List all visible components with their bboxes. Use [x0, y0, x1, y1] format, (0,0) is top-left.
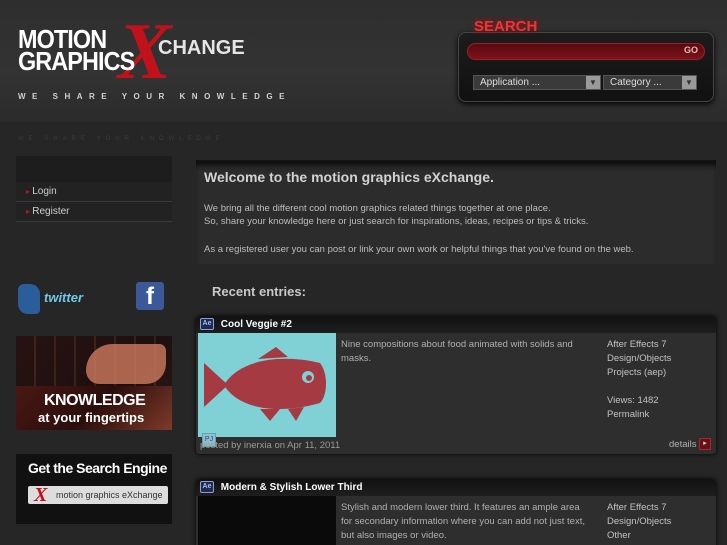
social-links: twitter f	[16, 280, 172, 340]
logo-word-change: CHANGE	[158, 37, 245, 59]
application-select[interactable]: Application ... ▼	[473, 75, 601, 90]
facebook-icon[interactable]: f	[136, 282, 164, 310]
entry-application[interactable]: After Effects 7	[607, 501, 671, 515]
entry-header: Ae Cool Veggie #2	[196, 316, 716, 333]
search-title: SEARCH	[474, 18, 538, 35]
search-engine-banner-title: Get the Search Engine	[28, 460, 167, 476]
sidebar-item-login[interactable]: Login	[16, 182, 172, 202]
details-arrow-icon[interactable]: ▸	[699, 438, 711, 450]
entry-views: Views: 1482	[607, 395, 659, 406]
site-tagline: WE SHARE YOUR KNOWLEDGE	[18, 92, 291, 101]
entry-type[interactable]: Other	[607, 529, 671, 543]
entry-category[interactable]: Design/Objects	[607, 515, 671, 529]
welcome-title: Welcome to the motion graphics eXchange.	[204, 169, 494, 185]
entry-category[interactable]: Design/Objects	[607, 352, 671, 366]
entry-details-link[interactable]: details	[669, 439, 696, 450]
meta-spacer	[607, 380, 671, 394]
recent-entries-title: Recent entries:	[212, 284, 306, 299]
ghost-tagline: WE SHARE YOUR KNOWLEDGE	[18, 136, 225, 142]
search-panel: GO Application ... ▼ Category ... ▼	[458, 32, 714, 102]
entry-thumbnail[interactable]	[198, 496, 336, 545]
sidebar-item-register[interactable]: Register	[16, 202, 172, 222]
twitter-bird-icon	[18, 284, 40, 314]
entry-meta: After Effects 7 Design/Objects Projects …	[607, 338, 671, 422]
search-go-button[interactable]: GO	[684, 45, 698, 55]
welcome-paragraph-1: We bring all the different cool motion g…	[204, 203, 551, 214]
entry-permalink[interactable]: Permalink	[607, 408, 671, 422]
fish-image	[204, 347, 326, 421]
logo-word-graphics: GRAPHICS	[18, 46, 135, 76]
knowledge-banner-subtitle: at your fingertips	[38, 410, 145, 425]
welcome-paragraph-2: So, share your knowledge here or just se…	[204, 216, 589, 227]
entry-type[interactable]: Projects (aep)	[607, 366, 671, 380]
welcome-panel: Welcome to the motion graphics eXchange.…	[196, 160, 716, 264]
entry-posted-by: posted by inerxia on Apr 11, 2011	[200, 440, 341, 451]
site-header: X MOTION GRAPHICS CHANGE WE SHARE YOUR K…	[0, 0, 727, 122]
entry-title-link[interactable]: Modern & Stylish Lower Third	[221, 482, 363, 493]
entry-title-link[interactable]: Cool Veggie #2	[221, 319, 292, 330]
entry-application[interactable]: After Effects 7	[607, 338, 671, 352]
application-select-value: Application ...	[480, 77, 541, 88]
search-input[interactable]	[467, 43, 705, 60]
sidebar: Login Register twitter f KNOWLEDGE at yo…	[16, 156, 172, 545]
knowledge-banner[interactable]: KNOWLEDGE at your fingertips	[16, 336, 172, 430]
entry-description: Stylish and modern lower third. It featu…	[341, 502, 585, 541]
after-effects-icon: Ae	[200, 318, 214, 331]
entry-card: Ae Cool Veggie #2 PJ Nine compositions a…	[196, 316, 716, 454]
entry-meta: After Effects 7 Design/Objects Other	[607, 501, 671, 543]
after-effects-icon: Ae	[200, 481, 214, 494]
site-logo[interactable]: X MOTION GRAPHICS CHANGE	[18, 12, 245, 98]
twitter-link[interactable]: twitter	[18, 284, 90, 314]
finger-image	[86, 344, 166, 384]
x-logo-icon: X	[34, 484, 48, 506]
entry-card: Ae Modern & Stylish Lower Third Stylish …	[196, 479, 716, 545]
sidebar-top-bar	[16, 156, 172, 182]
chevron-down-icon: ▼	[682, 76, 696, 89]
entry-description: Nine compositions about food animated wi…	[341, 339, 573, 364]
search-engine-banner-text: motion graphics eXchange	[56, 490, 163, 500]
search-engine-banner[interactable]: Get the Search Engine X motion graphics …	[16, 454, 172, 524]
category-select-value: Category ...	[610, 77, 662, 88]
welcome-paragraph-3: As a registered user you can post or lin…	[204, 244, 634, 255]
knowledge-banner-title: KNOWLEDGE	[44, 392, 146, 409]
entry-header: Ae Modern & Stylish Lower Third	[196, 479, 716, 496]
twitter-label: twitter	[44, 290, 83, 305]
chevron-down-icon: ▼	[586, 76, 600, 89]
category-select[interactable]: Category ... ▼	[603, 75, 697, 90]
entry-thumbnail[interactable]: PJ	[198, 333, 336, 447]
